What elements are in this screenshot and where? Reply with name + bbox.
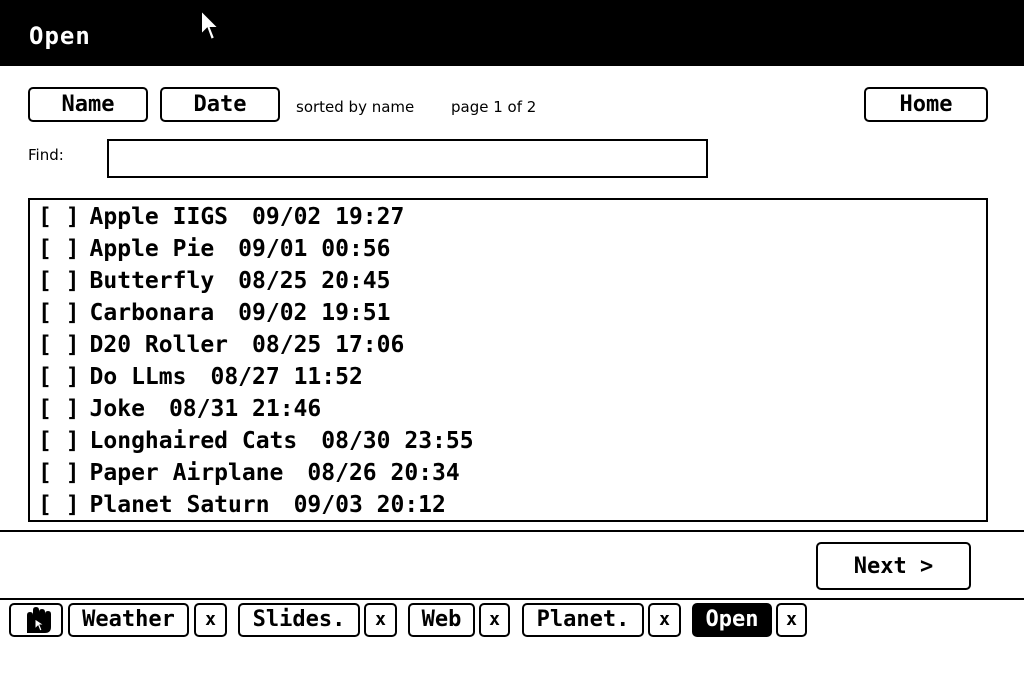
list-item[interactable]: [ ] Longhaired Cats 08/30 23:55: [30, 425, 986, 457]
file-date: 09/01 00:56: [238, 236, 391, 262]
tab-open[interactable]: Open: [692, 603, 772, 637]
checkbox[interactable]: [ ]: [38, 460, 80, 486]
checkbox[interactable]: [ ]: [38, 428, 80, 454]
file-date: 08/30 23:55: [321, 428, 474, 454]
tab-weather[interactable]: Weather: [68, 603, 189, 637]
hand-cursor-icon[interactable]: [9, 603, 63, 637]
find-label: Find:: [28, 146, 64, 164]
hand-cursor-icon: [27, 607, 51, 633]
file-date: 08/26 20:34: [307, 460, 460, 486]
file-date: 08/31 21:46: [168, 396, 322, 422]
file-name: Planet Saturn: [89, 492, 270, 518]
mouse-pointer-icon: [200, 9, 222, 42]
sort-by-date-button[interactable]: Date: [160, 87, 280, 122]
divider: [0, 530, 1024, 532]
file-date: 08/25 17:06: [252, 332, 405, 358]
checkbox[interactable]: [ ]: [38, 364, 80, 390]
title-bar: Open: [0, 0, 1024, 66]
sort-status: sorted by name: [296, 98, 415, 116]
divider: [0, 598, 1024, 600]
checkbox[interactable]: [ ]: [38, 492, 80, 518]
file-date: 08/25 20:45: [238, 268, 391, 294]
tab-slides[interactable]: Slides.: [238, 603, 360, 637]
next-page-button[interactable]: Next >: [816, 542, 971, 590]
close-open-button[interactable]: x: [776, 603, 807, 637]
list-item[interactable]: [ ] Paper Airplane 08/26 20:34: [30, 457, 986, 489]
list-item[interactable]: [ ] Do LLms 08/27 11:52: [30, 361, 986, 393]
checkbox[interactable]: [ ]: [38, 396, 80, 422]
find-input[interactable]: [107, 139, 708, 178]
list-item[interactable]: [ ] D20 Roller 08/25 17:06: [30, 329, 986, 361]
checkbox[interactable]: [ ]: [38, 236, 80, 262]
file-name: Longhaired Cats: [89, 428, 298, 454]
close-web-button[interactable]: x: [479, 603, 510, 637]
file-name: Butterfly: [89, 268, 215, 294]
tab-web[interactable]: Web: [408, 603, 475, 637]
page-status: page 1 of 2: [451, 98, 537, 116]
list-item[interactable]: [ ] Planet Saturn 09/03 20:12: [30, 489, 986, 520]
close-weather-button[interactable]: x: [194, 603, 227, 637]
tab-planet[interactable]: Planet.: [522, 603, 644, 637]
file-date: 09/02 19:51: [238, 300, 391, 326]
file-date: 08/27 11:52: [210, 364, 363, 390]
sort-by-name-button[interactable]: Name: [28, 87, 148, 122]
file-name: Do LLms: [89, 364, 187, 390]
file-date: 09/02 19:27: [252, 204, 405, 230]
file-name: Joke: [89, 396, 145, 422]
file-date: 09/03 20:12: [293, 492, 446, 518]
window-title: Open: [29, 22, 91, 50]
checkbox[interactable]: [ ]: [38, 332, 80, 358]
list-item[interactable]: [ ] Apple Pie 09/01 00:56: [30, 233, 986, 265]
list-item[interactable]: [ ] Joke 08/31 21:46: [30, 393, 986, 425]
checkbox[interactable]: [ ]: [38, 204, 80, 230]
file-list: [ ] Apple IIGS 09/02 19:27 [ ] Apple Pie 09/…: [28, 198, 988, 522]
list-item[interactable]: [ ] Butterfly 08/25 20:45: [30, 265, 986, 297]
file-name: D20 Roller: [89, 332, 229, 358]
file-name: Paper Airplane: [89, 460, 284, 486]
file-name: Carbonara: [89, 300, 215, 326]
checkbox[interactable]: [ ]: [38, 268, 80, 294]
list-item[interactable]: [ ] Carbonara 09/02 19:51: [30, 297, 986, 329]
checkbox[interactable]: [ ]: [38, 300, 80, 326]
close-slides-button[interactable]: x: [364, 603, 397, 637]
list-item[interactable]: [ ] Apple IIGS 09/02 19:27: [30, 201, 986, 233]
home-button[interactable]: Home: [864, 87, 988, 122]
close-planet-button[interactable]: x: [648, 603, 681, 637]
file-name: Apple IIGS: [89, 204, 229, 230]
file-name: Apple Pie: [89, 236, 215, 262]
